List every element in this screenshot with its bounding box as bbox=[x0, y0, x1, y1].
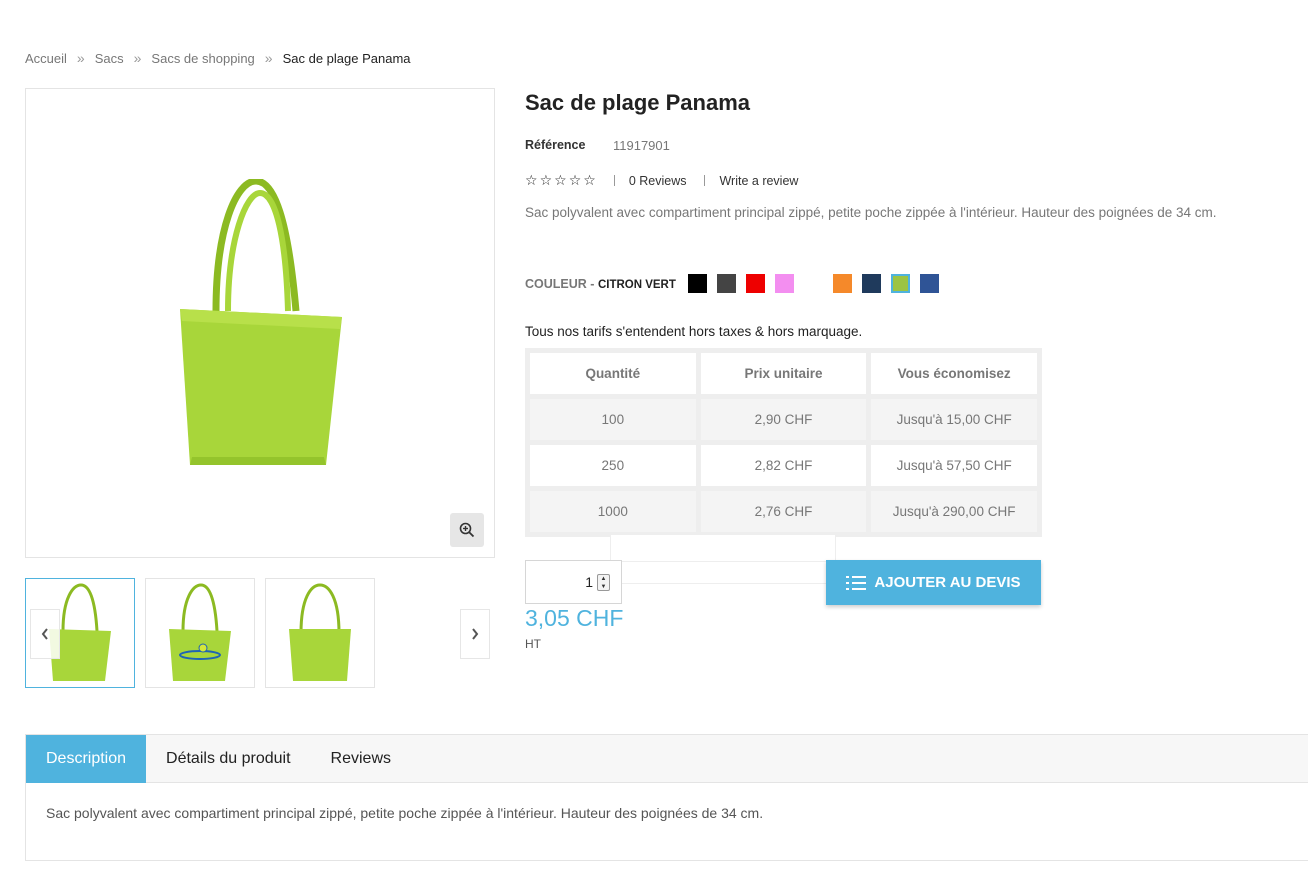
divider bbox=[622, 583, 826, 584]
thumbnail-next-button[interactable] bbox=[460, 609, 490, 659]
color-swatch[interactable] bbox=[832, 274, 852, 293]
decorative-panel bbox=[610, 535, 836, 562]
thumbnail-bag-back-image bbox=[289, 583, 351, 681]
reference-value: 11917901 bbox=[613, 138, 670, 153]
breadcrumb-current: Sac de plage Panama bbox=[282, 50, 411, 66]
header-savings: Vous économisez bbox=[871, 353, 1037, 394]
cell-quantity: 250 bbox=[530, 445, 696, 486]
quantity-stepper[interactable]: 1 ▲ ▼ bbox=[525, 560, 622, 604]
reference-label: Référence bbox=[525, 138, 586, 152]
divider bbox=[613, 175, 615, 186]
cell-unit-price: 2,76 CHF bbox=[700, 491, 867, 532]
cell-quantity: 1000 bbox=[530, 491, 696, 532]
color-swatch[interactable] bbox=[919, 274, 939, 293]
breadcrumb-separator: » bbox=[133, 50, 142, 66]
cell-unit-price: 2,82 CHF bbox=[700, 445, 867, 486]
price-table-header: Quantité Prix unitaire Vous économisez bbox=[530, 353, 1037, 394]
chevron-left-icon bbox=[41, 628, 48, 640]
color-swatch[interactable] bbox=[890, 274, 910, 293]
color-swatch[interactable] bbox=[774, 274, 794, 293]
reviews-count-link[interactable]: 0 Reviews bbox=[629, 174, 687, 188]
thumbnail-carousel bbox=[25, 578, 495, 688]
breadcrumb-home[interactable]: Accueil bbox=[25, 51, 67, 66]
thumbnail-prev-button[interactable] bbox=[30, 609, 60, 659]
color-swatch[interactable] bbox=[861, 274, 881, 293]
color-label: COULEUR - CITRON VERT bbox=[525, 277, 676, 291]
cell-quantity: 100 bbox=[530, 399, 696, 440]
star-empty-icon: ☆ bbox=[539, 172, 553, 188]
breadcrumb-shopping-bags[interactable]: Sacs de shopping bbox=[151, 51, 254, 66]
product-bag-image bbox=[180, 179, 342, 465]
breadcrumb: Accueil » Sacs » Sacs de shopping » Sac … bbox=[25, 50, 411, 66]
add-to-quote-button[interactable]: AJOUTER AU DEVIS bbox=[826, 560, 1041, 605]
zoom-in-icon bbox=[459, 522, 475, 538]
thumbnail-3[interactable] bbox=[265, 578, 375, 688]
reference-row: Référence 11917901 bbox=[525, 138, 1305, 153]
quantity-value: 1 bbox=[585, 574, 593, 590]
list-icon bbox=[846, 575, 867, 590]
star-empty-icon: ☆ bbox=[583, 172, 596, 188]
color-swatch[interactable] bbox=[687, 274, 707, 293]
product-price: 3,05 CHF bbox=[525, 605, 624, 631]
color-label-text: COULEUR - bbox=[525, 276, 595, 291]
color-swatch[interactable] bbox=[716, 274, 736, 293]
color-selector: COULEUR - CITRON VERT bbox=[525, 274, 949, 293]
rating-row: ☆ ☆ ☆ ☆ ☆ 0 Reviews Write a review bbox=[525, 172, 1305, 189]
table-row: 1000 2,76 CHF Jusqu'à 290,00 CHF bbox=[530, 491, 1037, 532]
product-info: Sac de plage Panama Référence 11917901 ☆… bbox=[525, 88, 1305, 651]
tab-content-description: Sac polyvalent avec compartiment princip… bbox=[46, 805, 764, 821]
table-row: 100 2,90 CHF Jusqu'à 15,00 CHF bbox=[530, 399, 1037, 440]
price-table: Quantité Prix unitaire Vous économisez 1… bbox=[525, 348, 1042, 537]
tab-reviews[interactable]: Reviews bbox=[311, 735, 411, 783]
star-empty-icon: ☆ bbox=[568, 172, 582, 188]
breadcrumb-separator: » bbox=[76, 50, 85, 66]
color-swatch[interactable] bbox=[745, 274, 765, 293]
cell-savings: Jusqu'à 57,50 CHF bbox=[871, 445, 1037, 486]
product-title: Sac de plage Panama bbox=[525, 90, 750, 115]
chevron-right-icon bbox=[472, 628, 479, 640]
star-empty-icon: ☆ bbox=[525, 172, 538, 188]
product-short-description: Sac polyvalent avec compartiment princip… bbox=[525, 205, 1217, 220]
zoom-button[interactable] bbox=[450, 513, 484, 547]
header-quantity: Quantité bbox=[530, 353, 696, 394]
breadcrumb-separator: » bbox=[264, 50, 273, 66]
pricing-note: Tous nos tarifs s'entendent hors taxes &… bbox=[525, 324, 863, 339]
price-tax-suffix: HT bbox=[525, 637, 541, 651]
caret-up-icon[interactable]: ▲ bbox=[598, 575, 609, 583]
thumbnail-bag-logo-image bbox=[169, 583, 231, 681]
rating-stars: ☆ ☆ ☆ ☆ ☆ bbox=[525, 172, 596, 189]
breadcrumb-bags[interactable]: Sacs bbox=[95, 51, 124, 66]
cell-unit-price: 2,90 CHF bbox=[700, 399, 867, 440]
tab-bar: Description Détails du produit Reviews bbox=[26, 735, 1308, 783]
cell-savings: Jusqu'à 15,00 CHF bbox=[871, 399, 1037, 440]
cell-savings: Jusqu'à 290,00 CHF bbox=[871, 491, 1037, 532]
write-review-link[interactable]: Write a review bbox=[719, 174, 798, 188]
color-swatch[interactable] bbox=[804, 274, 823, 293]
caret-down-icon[interactable]: ▼ bbox=[598, 583, 609, 591]
product-tabs: Description Détails du produit Reviews S… bbox=[25, 734, 1308, 861]
star-empty-icon: ☆ bbox=[554, 172, 567, 188]
tab-product-details[interactable]: Détails du produit bbox=[146, 735, 311, 783]
table-row: 250 2,82 CHF Jusqu'à 57,50 CHF bbox=[530, 445, 1037, 486]
add-to-quote-label: AJOUTER AU DEVIS bbox=[874, 574, 1021, 591]
product-main-image[interactable] bbox=[25, 88, 495, 558]
color-swatches bbox=[687, 274, 949, 293]
thumbnail-2[interactable] bbox=[145, 578, 255, 688]
tab-description[interactable]: Description bbox=[26, 735, 147, 783]
color-selected-name: CITRON VERT bbox=[597, 278, 676, 291]
divider bbox=[704, 175, 706, 186]
header-unit-price: Prix unitaire bbox=[700, 353, 867, 394]
quantity-spinner[interactable]: ▲ ▼ bbox=[597, 574, 610, 591]
